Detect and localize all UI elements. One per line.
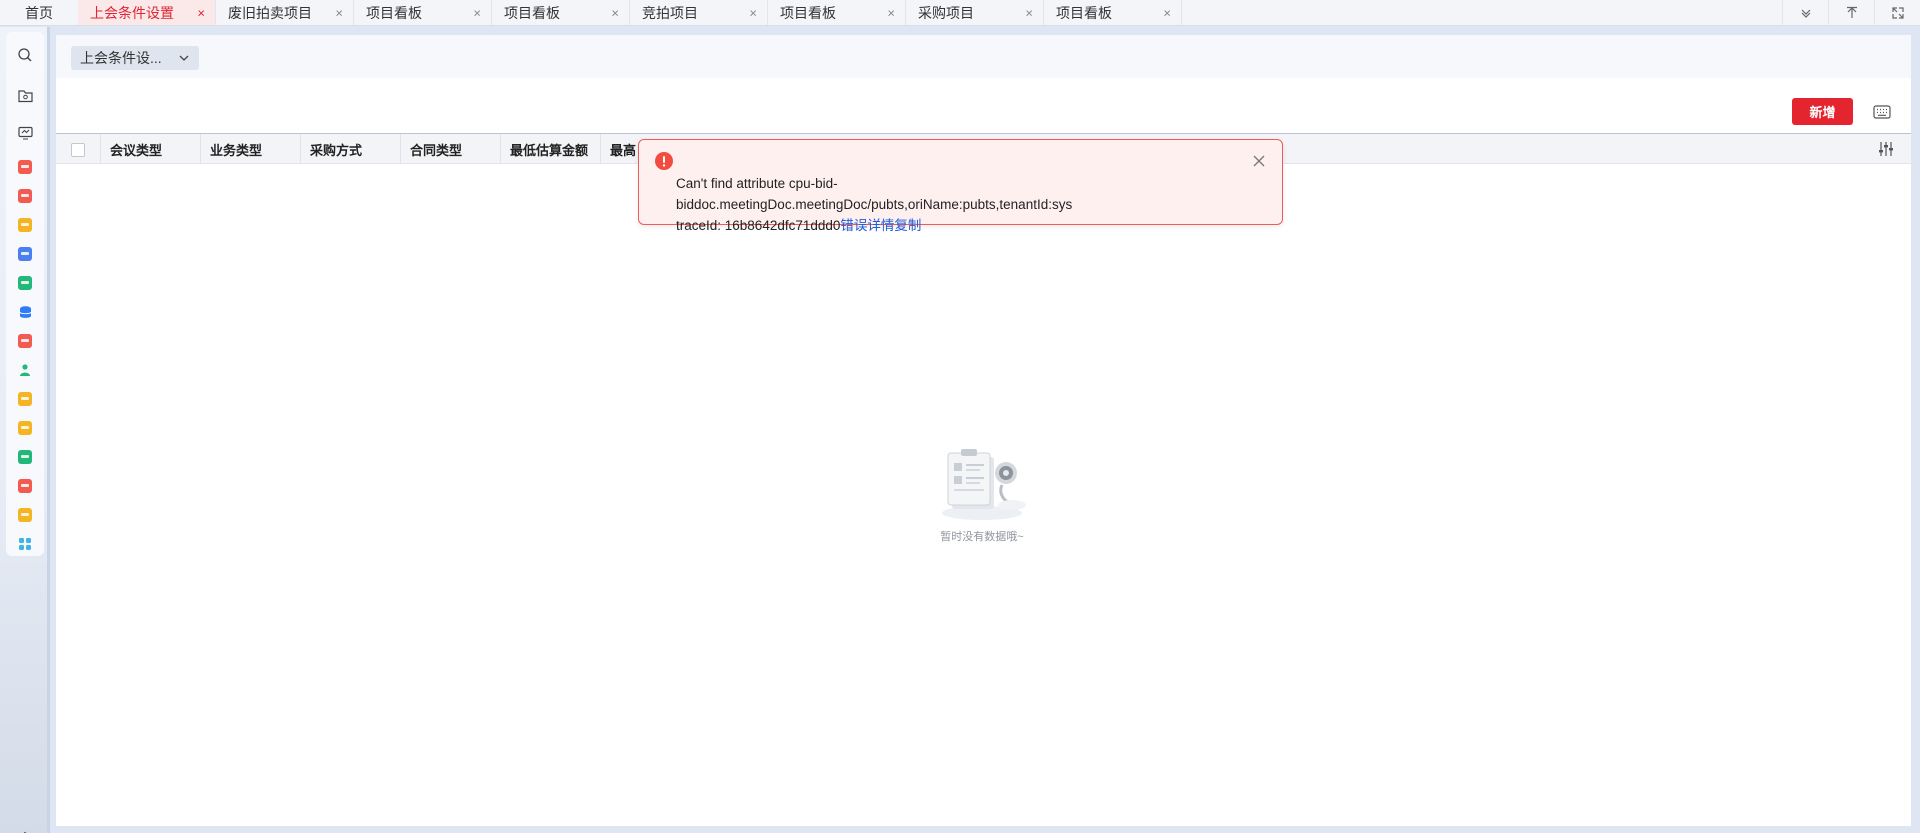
app-tile <box>18 218 32 232</box>
upload-icon[interactable] <box>1828 0 1874 26</box>
app-yellow-icon[interactable] <box>6 212 44 238</box>
copy-error-details-link[interactable]: 错误详情复制 <box>840 218 921 233</box>
filter-bar: 上会条件设... <box>56 35 1911 78</box>
chevron-down-icon[interactable] <box>1782 0 1828 26</box>
dropdown-value: 上会条件设... <box>80 50 162 66</box>
tab-project-board[interactable]: 项目看板 × <box>492 0 630 25</box>
column-header[interactable]: 最低估算金额 <box>500 134 600 164</box>
app-tile <box>18 334 32 348</box>
app-tile <box>18 479 32 493</box>
tab-label: 上会条件设置 <box>90 4 174 21</box>
folder-icon[interactable] <box>6 83 44 109</box>
app-tile <box>18 276 32 290</box>
app-tile <box>18 189 32 203</box>
left-sidebar <box>0 27 50 833</box>
tab-home-label: 首页 <box>25 4 53 21</box>
add-button[interactable]: 新增 <box>1792 98 1853 125</box>
app-person-icon[interactable] <box>6 357 44 383</box>
close-icon[interactable] <box>1250 152 1268 170</box>
app-cart-icon[interactable] <box>6 415 44 441</box>
tab-bar: 首页 上会条件设置 × 废旧拍卖项目 × 项目看板 × 项目看板 × 竞拍项目 … <box>0 0 1920 26</box>
scheme-dropdown[interactable]: 上会条件设... <box>71 46 199 70</box>
tab-bidding-project[interactable]: 竞拍项目 × <box>630 0 768 25</box>
tab-project-board[interactable]: 项目看板 × <box>354 0 492 25</box>
close-icon[interactable]: × <box>611 5 619 20</box>
app-red-icon[interactable] <box>6 154 44 180</box>
tab-home[interactable]: 首页 <box>0 0 78 25</box>
tab-meeting-condition-settings[interactable]: 上会条件设置 × <box>78 0 216 25</box>
tab-label: 项目看板 <box>1056 4 1112 21</box>
empty-state-text: 暂时没有数据哦~ <box>940 531 1024 543</box>
tab-project-board[interactable]: 项目看板 × <box>768 0 906 25</box>
close-icon[interactable]: × <box>749 5 757 20</box>
error-icon <box>655 152 673 170</box>
app-grid-icon[interactable] <box>6 531 44 557</box>
tab-label: 竞拍项目 <box>642 4 698 21</box>
tab-scrap-auction-project[interactable]: 废旧拍卖项目 × <box>216 0 354 25</box>
tab-project-board[interactable]: 项目看板 × <box>1044 0 1182 25</box>
app-red-icon[interactable] <box>6 473 44 499</box>
empty-state: 暂时没有数据哦~ <box>922 445 1042 544</box>
close-icon[interactable]: × <box>335 5 343 20</box>
chevron-down-icon <box>177 51 191 68</box>
column-header[interactable]: 合同类型 <box>400 134 500 164</box>
app-red-icon[interactable] <box>6 183 44 209</box>
app-green-icon[interactable] <box>6 444 44 470</box>
tab-label: 项目看板 <box>504 4 560 21</box>
app-tile <box>18 160 32 174</box>
error-message: Can't find attribute cpu-bid- biddoc.mee… <box>676 176 1073 212</box>
keyboard-icon[interactable] <box>1871 101 1893 123</box>
sidebar-menu <box>6 32 44 556</box>
app-cart-icon[interactable] <box>6 386 44 412</box>
fullscreen-icon[interactable] <box>1874 0 1920 26</box>
tab-label: 采购项目 <box>918 4 974 21</box>
app-red-icon[interactable] <box>6 328 44 354</box>
close-icon[interactable]: × <box>1025 5 1033 20</box>
app-blue-icon[interactable] <box>6 241 44 267</box>
trace-id: traceId: 16b8642dfc71ddd0 <box>676 218 841 233</box>
app-green-icon[interactable] <box>6 270 44 296</box>
error-toast: Can't find attribute cpu-bid- biddoc.mee… <box>638 139 1283 233</box>
app-tile <box>18 450 32 464</box>
close-icon[interactable]: × <box>473 5 481 20</box>
settings-icon[interactable] <box>13 827 37 833</box>
app-tile <box>18 247 32 261</box>
tabbar-actions <box>1782 0 1920 26</box>
app-database-icon[interactable] <box>6 299 44 325</box>
tab-label: 项目看板 <box>366 4 422 21</box>
column-header[interactable]: 采购方式 <box>300 134 400 164</box>
select-all-checkbox[interactable] <box>71 143 85 157</box>
sidebar-divider <box>47 27 50 833</box>
toast-message-block: Can't find attribute cpu-bid- biddoc.mee… <box>676 152 1216 257</box>
tab-label: 项目看板 <box>780 4 836 21</box>
monitor-icon[interactable] <box>6 120 44 146</box>
column-settings-icon[interactable] <box>1876 140 1896 158</box>
empty-illustration <box>942 449 1026 520</box>
tab-procurement-project[interactable]: 采购项目 × <box>906 0 1044 25</box>
close-icon[interactable]: × <box>1163 5 1171 20</box>
app-tile <box>18 392 32 406</box>
app-tile <box>18 508 32 522</box>
app-tile <box>18 421 32 435</box>
close-icon[interactable]: × <box>197 5 205 20</box>
trace-line: traceId: 16b8642dfc71ddd0错误详情复制 <box>676 215 1216 236</box>
search-icon[interactable] <box>6 42 44 68</box>
column-header[interactable]: 会议类型 <box>100 134 200 164</box>
app-cart-icon[interactable] <box>6 502 44 528</box>
tab-label: 废旧拍卖项目 <box>228 4 312 21</box>
close-icon[interactable]: × <box>887 5 895 20</box>
column-header[interactable]: 业务类型 <box>200 134 300 164</box>
